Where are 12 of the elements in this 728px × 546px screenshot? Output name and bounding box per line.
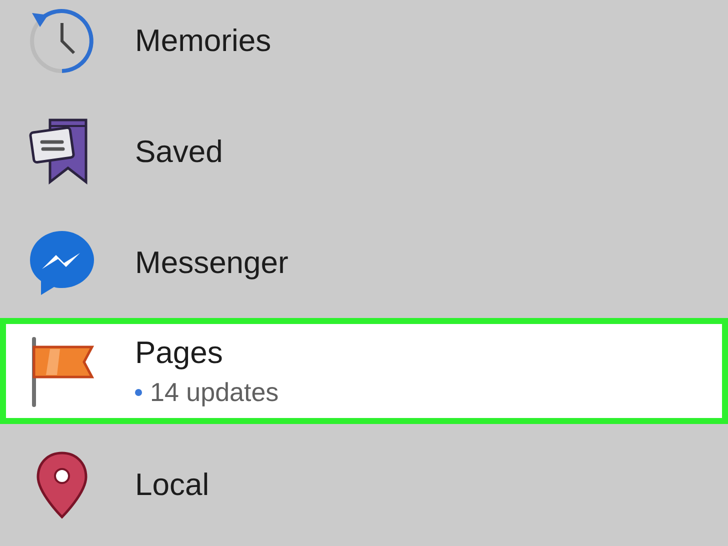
item-label: Local	[135, 466, 210, 502]
item-label: Saved	[135, 134, 223, 170]
menu-item[interactable]: Local	[0, 429, 728, 540]
item-label: Pages	[135, 334, 224, 370]
menu-item[interactable]: Messenger	[0, 207, 728, 318]
update-count: 14 updates	[150, 376, 279, 408]
item-label: Messenger	[135, 244, 288, 280]
menu-item[interactable]: Saved	[0, 96, 728, 207]
item-label: Memories	[135, 22, 272, 58]
unread-dot	[135, 388, 142, 396]
menu-item[interactable]: Memories	[0, 0, 728, 96]
menu-item[interactable]: Pages 14 updates	[0, 318, 728, 424]
